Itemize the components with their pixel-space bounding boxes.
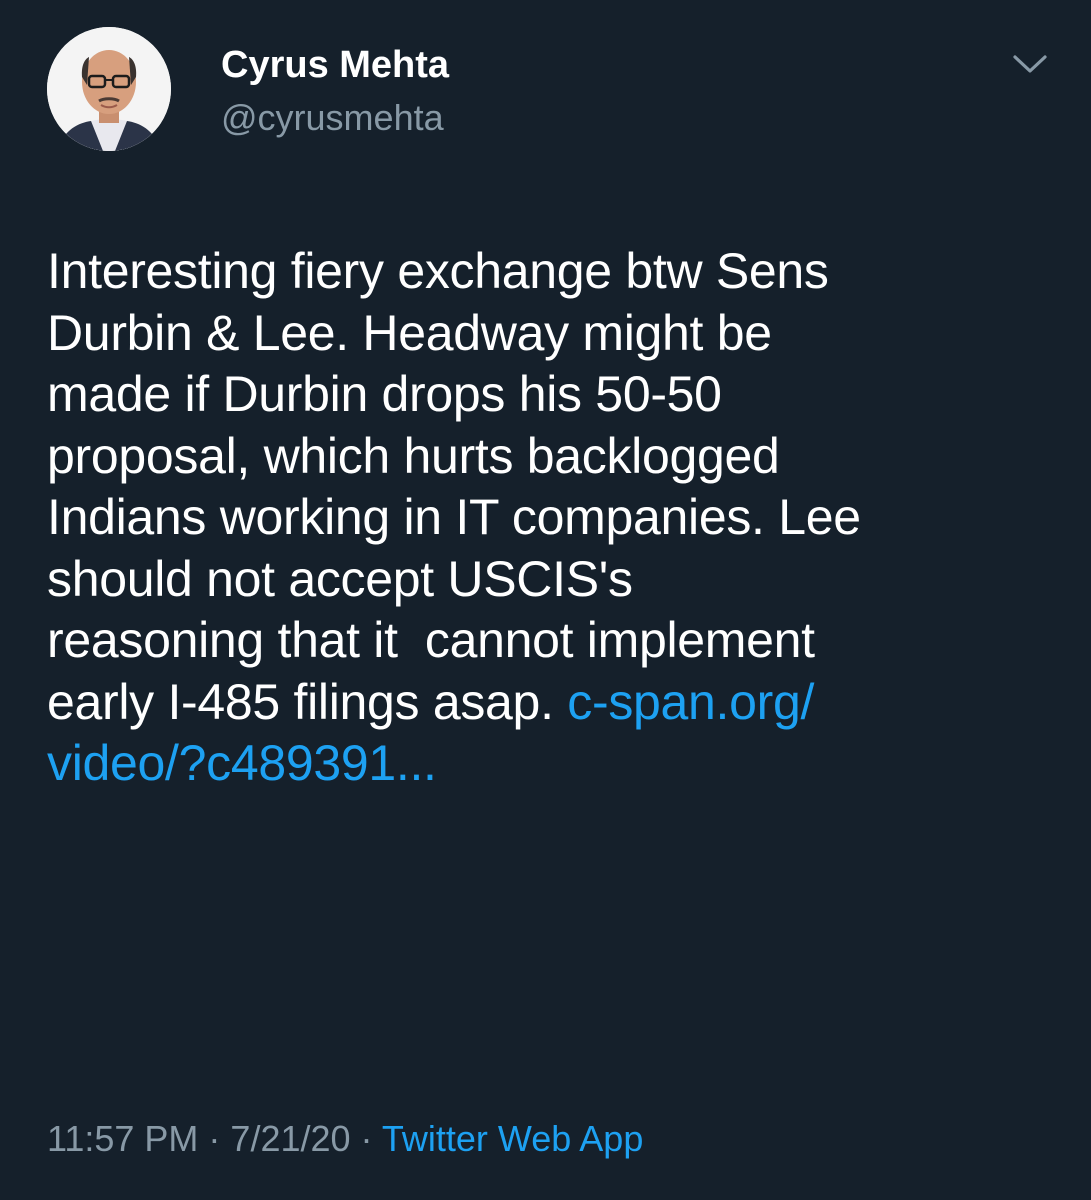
tweet-date[interactable]: 7/21/20 xyxy=(230,1118,350,1159)
author-avatar[interactable] xyxy=(47,27,171,151)
tweet-link-line: video/?c489391... xyxy=(47,733,1062,795)
author-name[interactable]: Cyrus Mehta xyxy=(221,42,449,88)
tweet-text-line-with-link: early I-485 filings asap. c-span.org/ xyxy=(47,672,1062,734)
tweet-text-line: Indians working in IT companies. Lee xyxy=(47,489,861,545)
tweet-source-app[interactable]: Twitter Web App xyxy=(382,1118,643,1159)
tweet-metadata: 11:57 PM · 7/21/20 · Twitter Web App xyxy=(47,1117,643,1161)
tweet-text-line: Durbin & Lee. Headway might be xyxy=(47,304,772,361)
author-handle[interactable]: @cyrusmehta xyxy=(221,96,444,140)
tweet-text-line: should not accept USCIS's xyxy=(47,550,633,607)
meta-separator: · xyxy=(350,1118,382,1159)
tweet-link-part-2[interactable]: video/?c489391... xyxy=(47,735,437,791)
chevron-down-icon[interactable] xyxy=(1010,48,1050,80)
tweet-link-part-1[interactable]: c-span.org/ xyxy=(567,674,814,730)
tweet-text-line: reasoning that it cannot implement xyxy=(47,612,815,668)
tweet-text-line: made if Durbin drops his 50-50 xyxy=(47,366,722,422)
tweet-text: Interesting fiery exchange btw Sens Durb… xyxy=(47,241,1062,795)
meta-separator: · xyxy=(198,1118,231,1159)
tweet-time[interactable]: 11:57 PM xyxy=(47,1118,198,1159)
profile-photo xyxy=(47,27,171,151)
tweet-card: Cyrus Mehta @cyrusmehta Interesting fier… xyxy=(0,0,1091,1200)
tweet-text-line: proposal, which hurts backlogged xyxy=(47,427,780,484)
tweet-text-line: Interesting fiery exchange btw Sens xyxy=(47,243,829,299)
tweet-text-fragment: early I-485 filings asap. xyxy=(47,673,568,730)
